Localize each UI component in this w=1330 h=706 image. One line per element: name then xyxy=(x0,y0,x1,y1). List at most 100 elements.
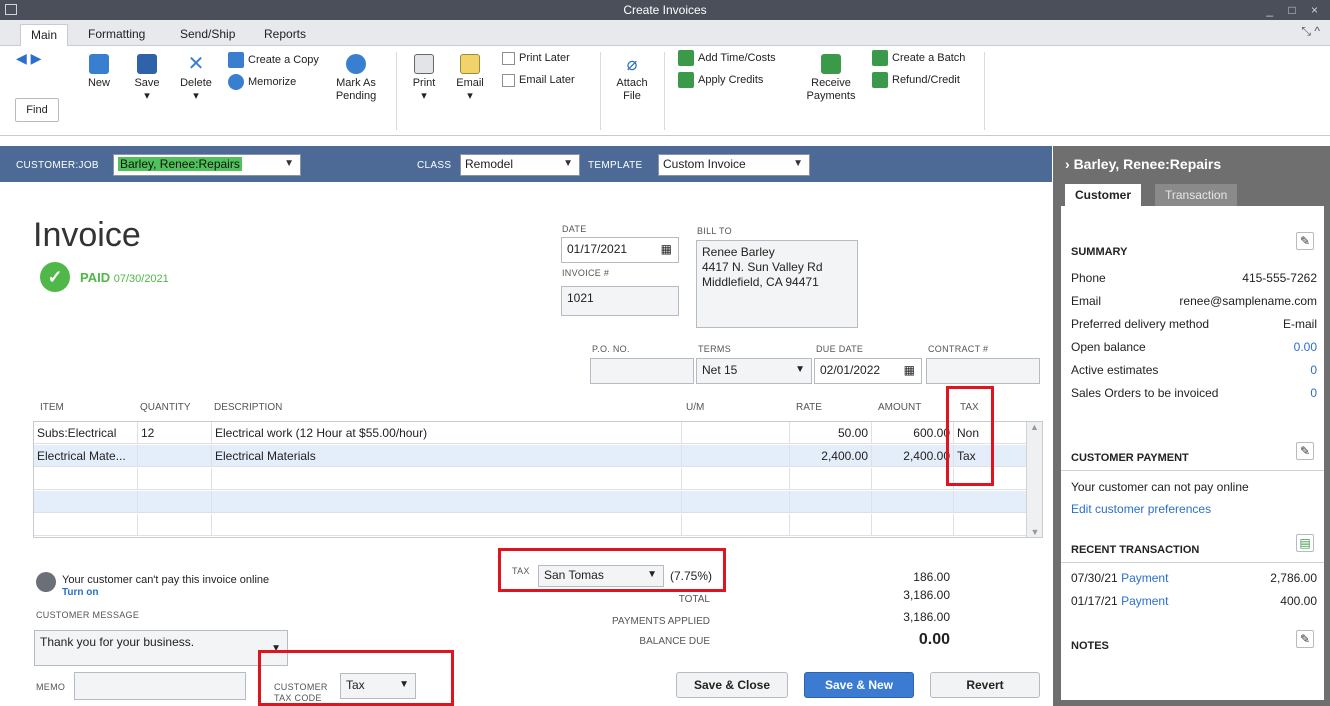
transaction-row[interactable]: 01/17/21 Payment 400.00 xyxy=(1071,594,1317,608)
tab-customer[interactable]: Customer xyxy=(1065,184,1142,206)
due-date-field[interactable]: 02/01/2022 ▦ xyxy=(814,358,922,384)
save-close-button[interactable]: Save & Close xyxy=(676,672,788,698)
sales-orders-link[interactable]: 0 xyxy=(1310,386,1317,400)
window-menu-icon[interactable] xyxy=(5,4,17,15)
find-button[interactable]: Find xyxy=(15,98,59,122)
apply-credits-button[interactable]: Apply Credits xyxy=(678,72,763,88)
save-button[interactable]: Save ▾ xyxy=(130,54,164,103)
refund-credit-button[interactable]: Refund/Credit xyxy=(872,72,960,88)
tab-formatting[interactable]: Formatting xyxy=(78,24,155,46)
cell-um[interactable] xyxy=(682,514,790,536)
print-button[interactable]: Print ▾ xyxy=(406,54,442,103)
tab-transaction[interactable]: Transaction xyxy=(1155,184,1238,206)
prev-next-arrows-icon[interactable]: ◀ ▶ xyxy=(16,51,41,65)
cell-amount[interactable] xyxy=(872,468,954,490)
email-later-checkbox[interactable]: Email Later xyxy=(502,72,575,88)
table-row[interactable]: Subs:Electrical 12 Electrical work (12 Hou… xyxy=(34,422,1027,444)
cell-item[interactable]: Electrical Mate... xyxy=(34,445,138,467)
cell-tax[interactable] xyxy=(954,514,1027,536)
email-button[interactable]: Email ▾ xyxy=(452,54,488,103)
tab-main[interactable]: Main xyxy=(20,24,69,46)
save-new-button[interactable]: Save & New xyxy=(804,672,914,698)
invoice-number-field[interactable]: 1021 xyxy=(561,286,679,316)
contract-number-field[interactable] xyxy=(926,358,1040,384)
customer-tax-code-select[interactable]: Tax ▼ xyxy=(340,673,416,699)
tab-reports[interactable]: Reports xyxy=(254,24,316,46)
cell-qty[interactable] xyxy=(138,514,212,536)
cell-qty[interactable] xyxy=(138,445,212,467)
table-scrollbar[interactable]: ▲ ▼ xyxy=(1026,422,1042,537)
cell-desc[interactable]: Electrical Materials xyxy=(212,445,682,467)
customer-message-select[interactable]: Thank you for your business. ▼ xyxy=(34,630,288,666)
add-time-costs-button[interactable]: Add Time/Costs xyxy=(678,50,776,66)
cell-amount[interactable] xyxy=(872,514,954,536)
memorize-button[interactable]: Memorize xyxy=(228,74,296,90)
date-field[interactable]: 01/17/2021 ▦ xyxy=(561,237,679,263)
cell-amount[interactable]: 600.00 xyxy=(872,422,954,444)
cell-rate[interactable] xyxy=(790,491,872,513)
new-button[interactable]: New xyxy=(82,54,116,90)
cell-tax[interactable] xyxy=(954,491,1027,513)
cell-amount[interactable]: 2,400.00 xyxy=(872,445,954,467)
tab-send-ship[interactable]: Send/Ship xyxy=(170,24,245,46)
window-controls[interactable]: _ □ × xyxy=(1266,0,1324,20)
edit-customer-preferences-link[interactable]: Edit customer preferences xyxy=(1071,502,1317,516)
scroll-down-icon[interactable]: ▼ xyxy=(1027,527,1043,537)
cell-rate[interactable] xyxy=(790,468,872,490)
edit-notes-pencil-icon[interactable]: ✎ xyxy=(1296,630,1314,648)
cell-item[interactable] xyxy=(34,491,138,513)
po-number-field[interactable] xyxy=(590,358,694,384)
open-balance-link[interactable]: 0.00 xyxy=(1294,340,1317,354)
edit-payment-pencil-icon[interactable]: ✎ xyxy=(1296,442,1314,460)
calendar-icon[interactable]: ▦ xyxy=(661,242,672,256)
cell-um[interactable] xyxy=(682,491,790,513)
calendar-icon[interactable]: ▦ xyxy=(904,363,915,377)
turn-on-link[interactable]: Turn on xyxy=(62,587,98,598)
email-later-check[interactable] xyxy=(502,73,515,87)
cell-qty[interactable] xyxy=(138,491,212,513)
cell-um[interactable] xyxy=(682,422,790,444)
create-copy-button[interactable]: Create a Copy xyxy=(228,52,319,68)
report-icon[interactable]: ▤ xyxy=(1296,534,1314,552)
tax-item-select[interactable]: San Tomas ▼ xyxy=(538,565,664,587)
class-select[interactable]: Remodel ▼ xyxy=(460,154,580,176)
cell-rate[interactable]: 50.00 xyxy=(790,422,872,444)
receive-payments-button[interactable]: Receive Payments xyxy=(804,54,858,103)
table-row[interactable]: Electrical Mate... Electrical Materials 2,… xyxy=(34,445,1027,467)
table-row[interactable] xyxy=(34,514,1027,536)
cell-desc[interactable]: Electrical work (12 Hour at $55.00/hour) xyxy=(212,422,682,444)
cell-qty[interactable] xyxy=(138,468,212,490)
cell-qty[interactable]: 12 xyxy=(138,422,212,444)
table-row[interactable] xyxy=(34,468,1027,490)
customer-job-select[interactable]: Barley, Renee:Repairs ▼ xyxy=(113,154,301,176)
attach-file-button[interactable]: ⌀ Attach File xyxy=(610,54,654,103)
table-row[interactable] xyxy=(34,491,1027,513)
scroll-up-icon[interactable]: ▲ xyxy=(1027,422,1042,432)
cell-rate[interactable] xyxy=(790,514,872,536)
cell-um[interactable] xyxy=(682,468,790,490)
cell-item[interactable] xyxy=(34,468,138,490)
print-later-checkbox[interactable]: Print Later xyxy=(502,50,570,66)
cell-amount[interactable] xyxy=(872,491,954,513)
delete-button[interactable]: ✕ Delete ▾ xyxy=(176,54,216,103)
bill-to-field[interactable]: Renee Barley 4417 N. Sun Valley Rd Middl… xyxy=(696,240,858,328)
chevron-right-icon[interactable]: › xyxy=(1065,156,1070,172)
cell-desc[interactable] xyxy=(212,468,682,490)
print-later-check[interactable] xyxy=(502,51,515,65)
active-estimates-link[interactable]: 0 xyxy=(1310,363,1317,377)
transaction-type-link[interactable]: Payment xyxy=(1121,594,1168,608)
cell-um[interactable] xyxy=(682,445,790,467)
ribbon-expand-collapse-icon[interactable]: ⤡ ^ xyxy=(1301,24,1320,39)
cell-desc[interactable] xyxy=(212,514,682,536)
cell-item[interactable] xyxy=(34,514,138,536)
edit-summary-pencil-icon[interactable]: ✎ xyxy=(1296,232,1314,250)
memo-field[interactable] xyxy=(74,672,246,700)
revert-button[interactable]: Revert xyxy=(930,672,1040,698)
create-batch-button[interactable]: Create a Batch xyxy=(872,50,965,66)
cell-desc[interactable] xyxy=(212,491,682,513)
transaction-type-link[interactable]: Payment xyxy=(1121,571,1168,585)
template-select[interactable]: Custom Invoice ▼ xyxy=(658,154,810,176)
mark-as-pending-button[interactable]: Mark As Pending xyxy=(330,54,382,103)
terms-select[interactable]: Net 15 ▼ xyxy=(696,358,812,384)
cell-item[interactable]: Subs:Electrical xyxy=(34,422,138,444)
